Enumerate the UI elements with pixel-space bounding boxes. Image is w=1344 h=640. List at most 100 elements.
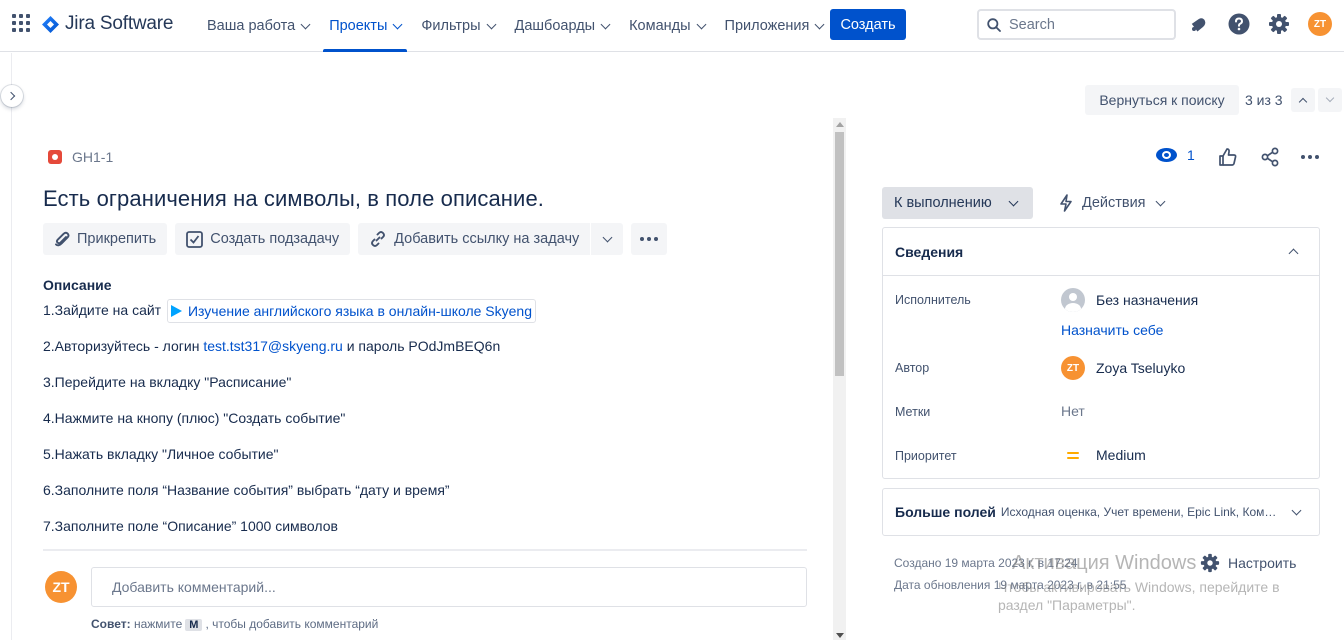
status-dropdown[interactable]: К выполнению bbox=[882, 187, 1033, 219]
notifications-icon[interactable] bbox=[1187, 12, 1211, 36]
scroll-up-arrow-icon[interactable] bbox=[836, 122, 844, 127]
details-panel: Сведения Исполнитель Без назначения Назн… bbox=[882, 227, 1320, 479]
back-to-search-button[interactable]: Вернуться к поиску bbox=[1085, 85, 1239, 115]
share-button[interactable] bbox=[1258, 145, 1282, 169]
nav-label: Проекты bbox=[329, 18, 388, 34]
chevron-right-icon bbox=[6, 91, 16, 101]
nav-filters[interactable]: Фильтры bbox=[411, 0, 504, 52]
smart-link[interactable]: Изучение английского языка в онлайн-школ… bbox=[166, 299, 537, 324]
scrollbar-thumb[interactable] bbox=[835, 132, 844, 376]
expand-sidebar-button[interactable] bbox=[1, 85, 23, 107]
more-options-button[interactable] bbox=[1298, 145, 1322, 169]
bug-icon bbox=[48, 150, 62, 164]
search-input[interactable] bbox=[1009, 16, 1159, 33]
description-line: 2.Авторизуйтесь - логин test.tst317@skye… bbox=[43, 333, 803, 369]
issue-key[interactable]: GH1-1 bbox=[72, 149, 113, 165]
link-issue-button[interactable]: Добавить ссылку на задачу bbox=[358, 223, 592, 255]
app-switcher-icon[interactable] bbox=[12, 14, 30, 32]
chevron-down-icon bbox=[1291, 505, 1302, 515]
nav-label: Фильтры bbox=[421, 18, 481, 34]
actions-dropdown[interactable]: Действия bbox=[1052, 187, 1170, 219]
gear-icon bbox=[1269, 14, 1289, 34]
more-actions-button[interactable] bbox=[631, 223, 668, 255]
nav-apps[interactable]: Приложения bbox=[715, 0, 834, 52]
configure-label: Настроить bbox=[1228, 555, 1297, 571]
paperclip-icon bbox=[55, 231, 70, 247]
tip-text: , чтобы добавить комментарий bbox=[205, 617, 379, 631]
main-nav: Ваша работа Проекты Фильтры Дашбоарды Ко… bbox=[197, 0, 833, 52]
previous-issue-button[interactable] bbox=[1291, 88, 1315, 112]
tip-text: нажмите bbox=[133, 617, 183, 631]
question-icon bbox=[1228, 13, 1250, 35]
issue-breadcrumb: GH1-1 bbox=[48, 149, 113, 165]
shortcut-key: M bbox=[185, 619, 203, 631]
assignee-label: Исполнитель bbox=[895, 293, 971, 307]
details-header[interactable]: Сведения bbox=[883, 228, 1319, 276]
labels-value: Нет bbox=[1061, 403, 1085, 419]
labels-field[interactable]: Нет bbox=[1061, 403, 1085, 419]
more-fields-title: Больше полей bbox=[895, 504, 996, 520]
jira-logo[interactable]: Jira Software bbox=[42, 13, 173, 35]
create-button[interactable]: Создать bbox=[830, 9, 906, 40]
email-link[interactable]: test.tst317@skyeng.ru bbox=[203, 338, 343, 354]
create-subtask-button[interactable]: Создать подзадачу bbox=[175, 223, 351, 255]
top-navigation: Jira Software Ваша работа Проекты Фильтр… bbox=[0, 0, 1344, 52]
chevron-down-icon bbox=[1008, 196, 1019, 206]
help-icon[interactable] bbox=[1227, 12, 1251, 36]
priority-field[interactable]: Medium bbox=[1061, 443, 1146, 467]
comment-input[interactable]: Добавить комментарий... bbox=[91, 567, 807, 607]
more-icon bbox=[640, 237, 659, 241]
nav-your-work[interactable]: Ваша работа bbox=[197, 0, 319, 52]
main-scrollbar[interactable] bbox=[833, 118, 846, 640]
assignee-field[interactable]: Без назначения bbox=[1061, 288, 1198, 312]
configure-button[interactable]: Настроить bbox=[1200, 553, 1296, 573]
link-issue-label: Добавить ссылку на задачу bbox=[394, 231, 580, 247]
description-line: 5.Нажать вкладку "Личное событие" bbox=[43, 446, 279, 462]
nav-dashboards[interactable]: Дашбоарды bbox=[505, 0, 620, 52]
chevron-up-icon bbox=[1288, 248, 1299, 259]
description-text: 1.Зайдите на сайт bbox=[43, 302, 162, 318]
attach-label: Прикрепить bbox=[77, 231, 157, 247]
description-body[interactable]: 1.Зайдите на сайт Изучение английского я… bbox=[43, 297, 803, 549]
chevron-down-icon bbox=[300, 19, 311, 29]
description-heading: Описание bbox=[43, 277, 112, 293]
updated-date: Дата обновления 19 марта 2023 г. в 21:55 bbox=[894, 578, 1127, 592]
details-title: Сведения bbox=[895, 243, 964, 260]
more-fields-section[interactable]: Больше полей Исходная оценка, Учет време… bbox=[882, 488, 1320, 536]
issue-actions: Прикрепить Создать подзадачу Добавить сс… bbox=[43, 223, 668, 255]
link-issue-dropdown[interactable] bbox=[591, 223, 623, 255]
search-box[interactable] bbox=[977, 9, 1176, 40]
search-icon bbox=[987, 17, 1001, 32]
chevron-down-icon bbox=[600, 19, 611, 29]
bell-icon bbox=[1191, 18, 1206, 32]
chevron-down-icon bbox=[602, 232, 613, 242]
user-avatar[interactable]: ZT bbox=[1308, 12, 1332, 36]
priority-medium-icon bbox=[1061, 443, 1085, 467]
settings-icon[interactable] bbox=[1267, 12, 1291, 36]
vote-button[interactable] bbox=[1216, 145, 1240, 169]
attach-button[interactable]: Прикрепить bbox=[43, 223, 168, 255]
jira-diamond-icon bbox=[42, 15, 59, 33]
description-text: 2.Авторизуйтесь - логин bbox=[43, 338, 200, 354]
nav-teams[interactable]: Команды bbox=[619, 0, 714, 52]
watch-button[interactable]: 1 bbox=[1156, 147, 1195, 163]
link-issue-button-group: Добавить ссылку на задачу bbox=[358, 223, 624, 255]
nav-projects[interactable]: Проекты bbox=[319, 0, 411, 52]
scroll-down-arrow-icon[interactable] bbox=[836, 633, 844, 638]
skyeng-play-icon bbox=[170, 305, 182, 318]
next-issue-button[interactable] bbox=[1318, 88, 1342, 112]
nav-label: Дашбоарды bbox=[514, 18, 596, 34]
gear-icon bbox=[1200, 553, 1220, 573]
reporter-avatar: ZT bbox=[1061, 356, 1085, 380]
eye-icon bbox=[1156, 148, 1177, 162]
assign-to-me-link[interactable]: Назначить себе bbox=[1061, 322, 1163, 338]
chevron-down-icon bbox=[486, 19, 496, 29]
subtask-label: Создать подзадачу bbox=[210, 231, 340, 247]
lightning-icon bbox=[1060, 194, 1072, 212]
reporter-field[interactable]: ZT Zoya Tseluyko bbox=[1061, 356, 1185, 380]
share-icon bbox=[1261, 147, 1279, 167]
smart-link-title: Изучение английского языка в онлайн-школ… bbox=[187, 303, 533, 320]
subtask-icon bbox=[186, 230, 204, 248]
reporter-value: Zoya Tseluyko bbox=[1096, 360, 1186, 376]
issue-title[interactable]: Есть ограничения на символы, в поле опис… bbox=[43, 186, 544, 212]
